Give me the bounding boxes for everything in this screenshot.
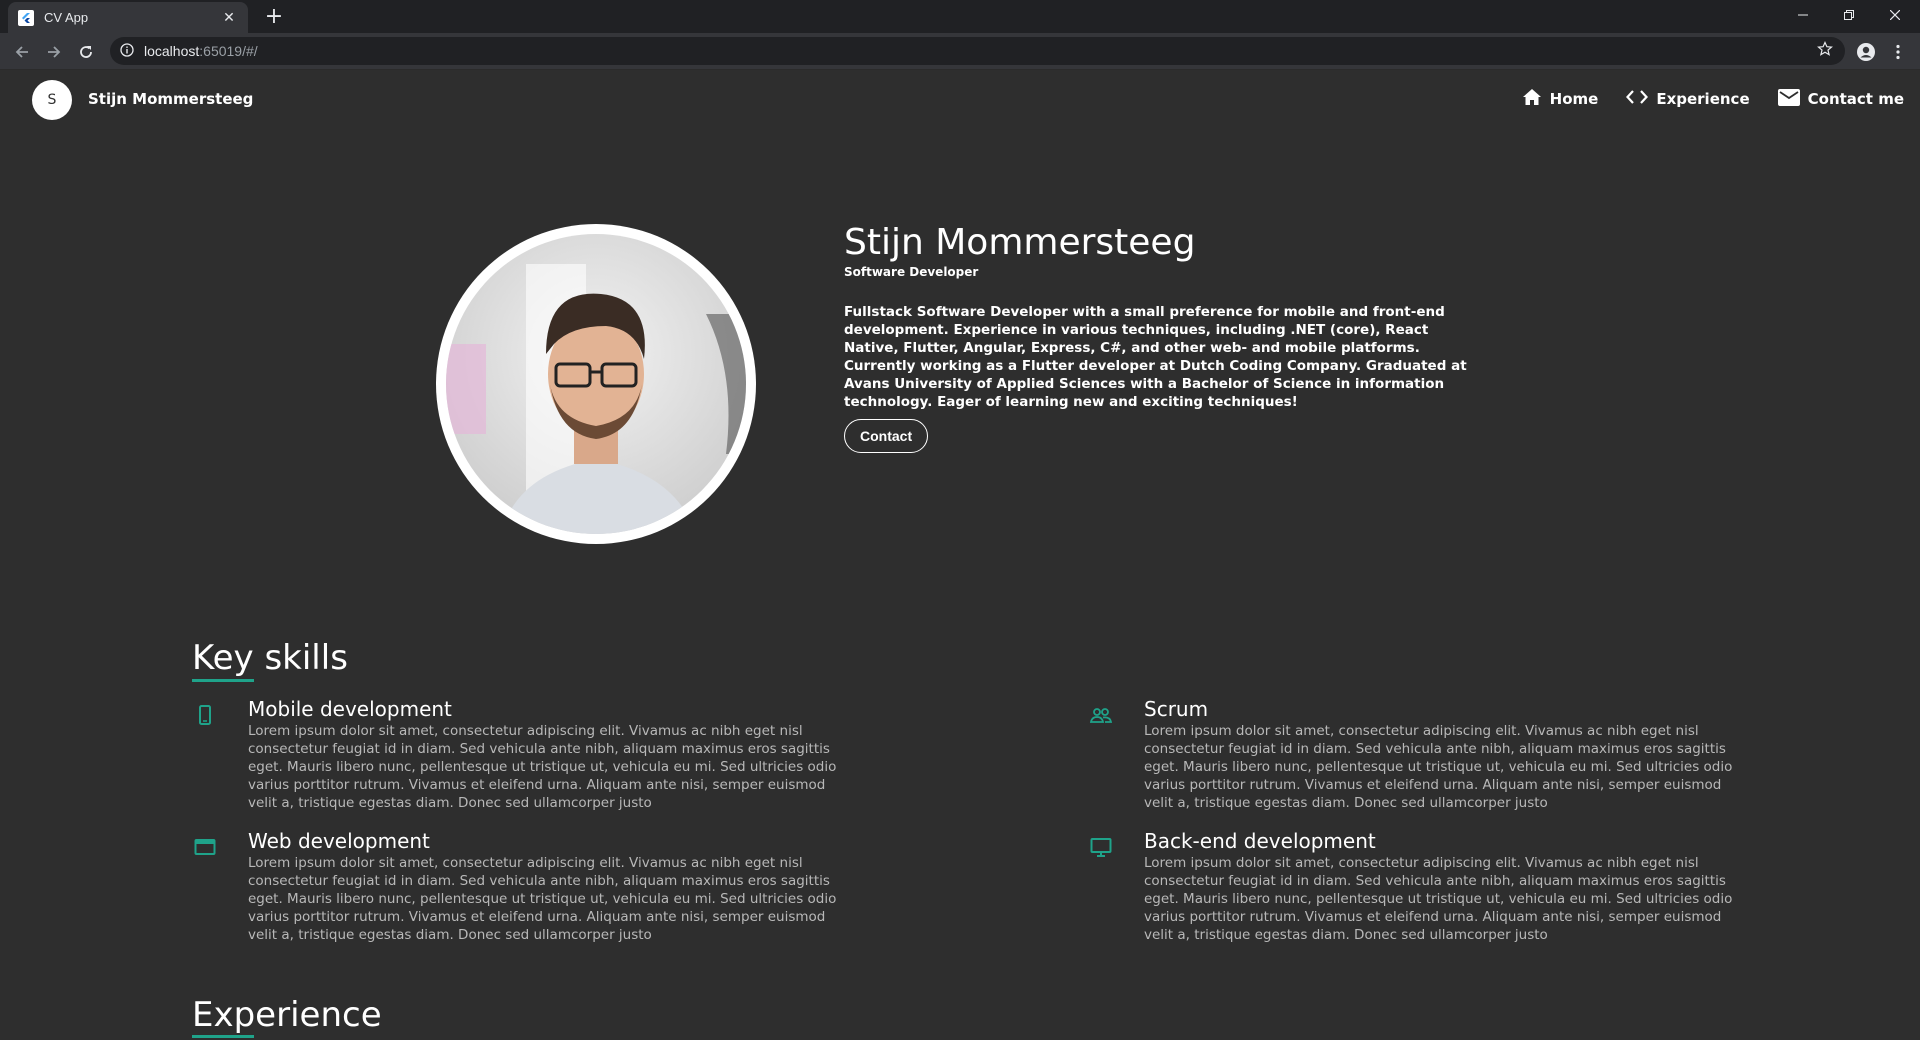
profile-icon[interactable] [1852, 38, 1880, 66]
hero-name: Stijn Mommersteeg [844, 222, 1196, 263]
web-icon [193, 835, 217, 859]
monitor-icon [1089, 835, 1113, 859]
back-arrow-icon[interactable] [8, 38, 36, 66]
experience-title: Experience [192, 995, 382, 1035]
app-bar: S Stijn Mommersteeg Home Experience Cont… [0, 70, 1920, 128]
skill-title: Web development [248, 829, 430, 853]
skill-title: Mobile development [248, 697, 452, 721]
mail-icon [1777, 88, 1800, 110]
experience-title-underline [192, 1035, 254, 1038]
browser-toolbar: localhost:65019/#/ [0, 33, 1920, 70]
more-menu-icon[interactable] [1884, 38, 1912, 66]
nav-home-label: Home [1549, 90, 1599, 108]
hero-bio: Fullstack Software Developer with a smal… [844, 304, 1467, 410]
nav-experience[interactable]: Experience [1626, 88, 1750, 110]
tab-title: CV App [44, 10, 89, 25]
avatar[interactable]: S [32, 80, 72, 120]
info-icon[interactable] [120, 42, 134, 61]
main-nav: Home Experience Contact me [1522, 88, 1904, 110]
skill-scrum: Scrum Lorem ipsum dolor sit amet, consec… [1089, 697, 1744, 812]
people-icon [1089, 703, 1113, 727]
nav-experience-label: Experience [1656, 90, 1750, 108]
new-tab-icon[interactable]: + [260, 4, 288, 30]
flutter-icon [18, 9, 34, 26]
skill-title: Back-end development [1144, 829, 1376, 853]
nav-home[interactable]: Home [1522, 88, 1599, 110]
close-window-icon[interactable] [1872, 0, 1918, 30]
skill-body: Lorem ipsum dolor sit amet, consectetur … [1144, 723, 1733, 811]
contact-button[interactable]: Contact [844, 419, 929, 453]
browser-tab[interactable]: CV App ✕ [8, 2, 248, 33]
skill-body: Lorem ipsum dolor sit amet, consectetur … [248, 723, 837, 811]
minimize-icon[interactable] [1780, 0, 1826, 30]
skill-web: Web development Lorem ipsum dolor sit am… [194, 829, 848, 944]
skills-title-underline [192, 679, 254, 682]
close-tab-icon[interactable]: ✕ [220, 10, 238, 26]
hero-content: Stijn Mommersteeg Software Developer Ful… [844, 222, 1484, 453]
skills-title: Key skills [192, 638, 348, 678]
skill-title: Scrum [1144, 697, 1209, 721]
restore-icon[interactable] [1826, 0, 1872, 30]
home-icon [1522, 88, 1542, 110]
browser-tab-bar: CV App ✕ + [0, 0, 1920, 33]
nav-contact-label: Contact me [1807, 90, 1904, 108]
address-bar[interactable]: localhost:65019/#/ [110, 37, 1845, 65]
skill-backend: Back-end development Lorem ipsum dolor s… [1090, 829, 1744, 944]
profile-photo [436, 224, 756, 544]
reload-icon[interactable] [72, 38, 100, 66]
hero-role: Software Developer [844, 265, 979, 279]
code-icon [1626, 89, 1649, 109]
forward-arrow-icon[interactable] [40, 38, 68, 66]
skill-body: Lorem ipsum dolor sit amet, consectetur … [1144, 855, 1733, 943]
skill-mobile: Mobile development Lorem ipsum dolor sit… [199, 697, 848, 812]
app-title: Stijn Mommersteeg [88, 90, 254, 108]
url-text[interactable]: localhost:65019/#/ [144, 43, 258, 59]
nav-contact[interactable]: Contact me [1777, 88, 1904, 110]
skill-body: Lorem ipsum dolor sit amet, consectetur … [248, 855, 837, 943]
bookmark-star-icon[interactable] [1817, 41, 1833, 61]
smartphone-icon [193, 703, 217, 727]
